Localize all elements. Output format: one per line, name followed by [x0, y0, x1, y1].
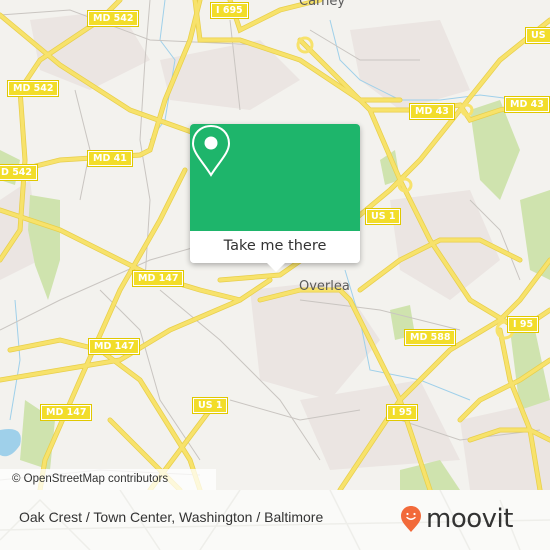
take-me-there-button[interactable]: Take me there — [190, 231, 360, 263]
stop-title: Oak Crest / Town Center, Washington / Ba… — [19, 509, 324, 525]
road-shield-i-95: I 95 — [385, 404, 419, 421]
moovit-brand-text: moovit — [426, 504, 513, 534]
osm-attribution[interactable]: © OpenStreetMap contributors — [0, 469, 216, 490]
road-shield-md-147: MD 147 — [39, 404, 93, 421]
road-shield-md-147: MD 147 — [131, 270, 185, 287]
road-shield-md-542: D 542 — [0, 164, 39, 181]
place-label-overlea: Overlea — [299, 279, 350, 294]
map[interactable]: Carney Overlea MD 542 I 695 MD 542 D 542… — [0, 0, 550, 490]
location-popup: Take me there — [190, 124, 360, 272]
road-shield-md-41: MD 41 — [87, 150, 133, 167]
road-shield-md-43: MD 43 — [409, 103, 455, 120]
popup-header — [190, 124, 360, 231]
road-shield-md-43: MD 43 — [504, 96, 550, 113]
road-shield-md-542: MD 542 — [6, 80, 60, 97]
road-shield-us-1: US 1 — [364, 208, 402, 225]
footer: Oak Crest / Town Center, Washington / Ba… — [0, 490, 550, 550]
road-shield-i-95: I 95 — [506, 316, 540, 333]
moovit-pin-smile-icon — [401, 506, 421, 532]
road-shield-us-1: US — [525, 27, 550, 44]
popup-pointer — [267, 263, 285, 272]
road-shield-us-1: US 1 — [191, 397, 229, 414]
place-label-carney: Carney — [299, 0, 346, 9]
water — [0, 429, 21, 457]
road-shield-md-147: MD 147 — [87, 338, 141, 355]
road-shield-md-588: MD 588 — [403, 329, 457, 346]
map-pin-icon — [191, 124, 231, 177]
road-shield-md-542: MD 542 — [86, 10, 140, 27]
road-shield-i-695: I 695 — [210, 2, 249, 19]
moovit-logo[interactable]: moovit — [400, 504, 513, 534]
